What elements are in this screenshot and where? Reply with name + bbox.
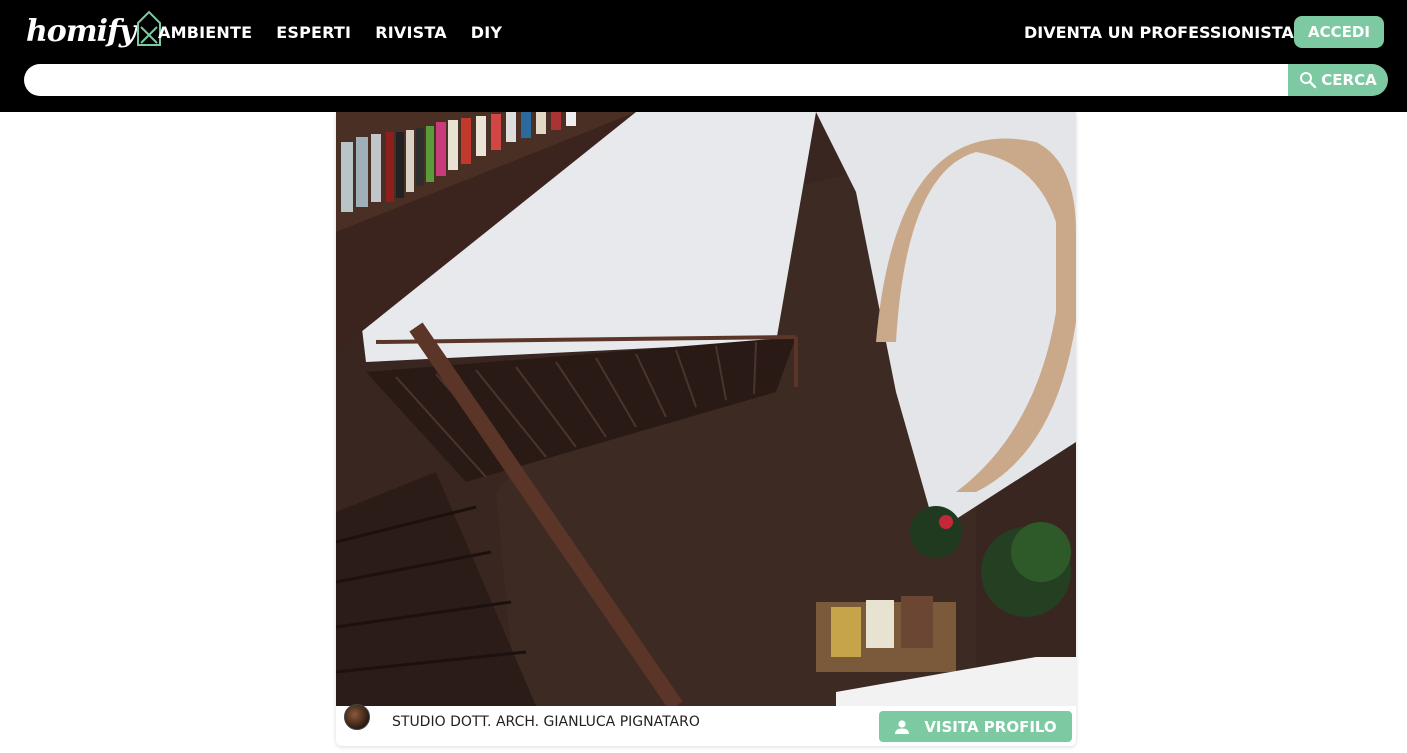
become-professional-link[interactable]: DIVENTA UN PROFESSIONISTA	[1024, 23, 1294, 42]
top-header: homify AMBIENTE ESPERTI RIVISTA DIY DIVE…	[0, 0, 1407, 112]
nav-item-ambiente[interactable]: AMBIENTE	[158, 23, 252, 42]
logo-text: homify	[26, 13, 136, 49]
homify-logo[interactable]: homify	[26, 8, 162, 54]
search-button-label: CERCA	[1321, 71, 1377, 89]
visit-profile-label: VISITA PROFILO	[924, 717, 1057, 736]
nav-item-rivista[interactable]: RIVISTA	[375, 23, 447, 42]
nav-item-esperti[interactable]: ESPERTI	[276, 23, 351, 42]
studio-avatar[interactable]	[344, 704, 370, 730]
search-button[interactable]: CERCA	[1288, 64, 1388, 96]
staircase-photo[interactable]	[336, 112, 1076, 706]
staircase-photo-illustration	[336, 112, 1076, 706]
login-button[interactable]: ACCEDI	[1294, 16, 1384, 48]
nav-item-diy[interactable]: DIY	[471, 23, 502, 42]
search-icon	[1300, 72, 1317, 89]
visit-profile-button[interactable]: VISITA PROFILO	[879, 711, 1072, 742]
studio-name[interactable]: STUDIO DOTT. ARCH. GIANLUCA PIGNATARO	[392, 714, 700, 730]
search-bar: CERCA	[24, 64, 1388, 96]
search-input[interactable]	[24, 64, 1288, 96]
main-nav: AMBIENTE ESPERTI RIVISTA DIY	[158, 23, 526, 42]
person-icon	[895, 719, 910, 734]
card-footer: STUDIO DOTT. ARCH. GIANLUCA PIGNATARO VI…	[336, 704, 1076, 746]
photo-card: STUDIO DOTT. ARCH. GIANLUCA PIGNATARO VI…	[336, 112, 1076, 746]
